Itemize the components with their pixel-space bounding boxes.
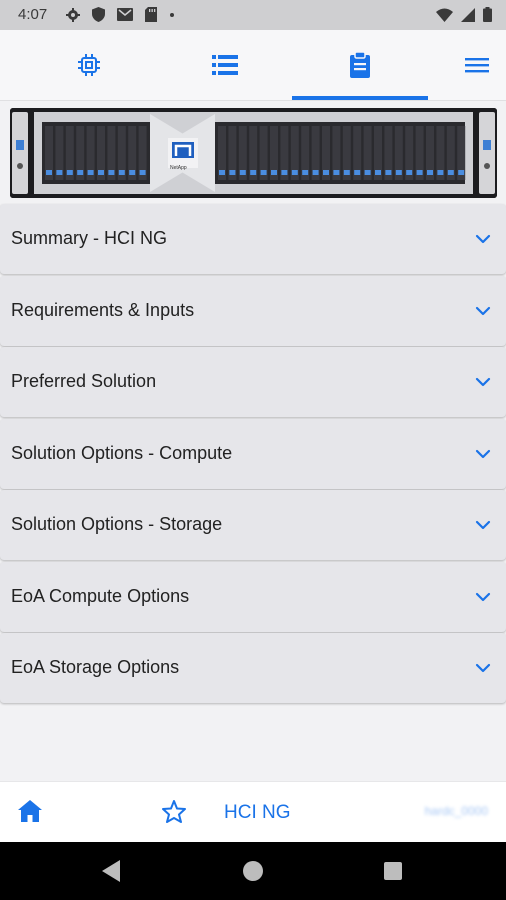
status-icons bbox=[66, 7, 175, 22]
list-icon bbox=[212, 55, 238, 75]
tab-hardware[interactable] bbox=[24, 30, 154, 100]
top-tab-bar bbox=[0, 30, 506, 101]
settings-icon bbox=[66, 7, 80, 22]
accordion-item[interactable]: EoA Compute Options bbox=[0, 561, 506, 632]
recents-icon[interactable] bbox=[384, 862, 402, 880]
chevron-down-icon[interactable] bbox=[474, 588, 492, 606]
accordion-item-label: Solution Options - Storage bbox=[11, 514, 223, 534]
menu-button[interactable] bbox=[462, 52, 492, 78]
status-time: 4:07 bbox=[18, 6, 48, 23]
signal-icon bbox=[461, 7, 475, 22]
shield-icon bbox=[92, 7, 105, 22]
home-icon bbox=[18, 800, 42, 822]
section-accordion: Summary - HCI NG Requirements & Inputs Pre… bbox=[0, 204, 506, 705]
home-circle-icon[interactable] bbox=[243, 861, 263, 881]
status-bar: 4:07 bbox=[0, 0, 506, 30]
wifi-icon bbox=[436, 8, 453, 22]
accordion-item[interactable]: Requirements & Inputs bbox=[0, 275, 506, 346]
chevron-down-icon[interactable] bbox=[474, 373, 492, 391]
gmail-icon bbox=[117, 8, 133, 21]
battery-icon bbox=[483, 7, 492, 22]
accordion-item[interactable]: Summary - HCI NG bbox=[0, 204, 506, 274]
dot-icon bbox=[170, 12, 174, 17]
star-icon bbox=[162, 800, 186, 823]
clipboard-icon bbox=[350, 52, 370, 78]
hamburger-menu-icon bbox=[465, 58, 489, 73]
chevron-down-icon[interactable] bbox=[474, 445, 492, 463]
server-banner-image: NetApp bbox=[10, 108, 497, 198]
accordion-item-label: EoA Compute Options bbox=[11, 585, 190, 606]
accordion-item-label: EoA Storage Options bbox=[11, 657, 180, 677]
system-nav-bar bbox=[0, 842, 506, 900]
home-button[interactable] bbox=[18, 800, 42, 827]
accordion-item-label: Preferred Solution bbox=[11, 371, 157, 391]
tab-summary[interactable] bbox=[292, 30, 428, 100]
tab-list[interactable] bbox=[160, 30, 290, 100]
status-right bbox=[436, 7, 492, 22]
favorite-button[interactable] bbox=[162, 800, 186, 828]
accordion-item-label: Summary - HCI NG bbox=[11, 228, 168, 248]
bottom-nav: HCI NG hardc_0000 bbox=[0, 781, 506, 843]
cpu-icon bbox=[78, 54, 100, 76]
tab-selected-indicator bbox=[292, 96, 428, 100]
chevron-down-icon[interactable] bbox=[474, 302, 492, 320]
accordion-item[interactable]: Solution Options - Storage bbox=[0, 490, 506, 560]
chevron-down-icon[interactable] bbox=[474, 516, 492, 534]
accordion-item[interactable]: Solution Options - Compute bbox=[0, 418, 506, 489]
user-name[interactable]: hardc_0000 bbox=[425, 804, 488, 818]
back-icon[interactable] bbox=[102, 860, 122, 882]
server-chassis-illustration bbox=[10, 108, 497, 198]
accordion-item[interactable]: Preferred Solution bbox=[0, 347, 506, 417]
chevron-down-icon[interactable] bbox=[474, 230, 492, 248]
current-config-title[interactable]: HCI NG bbox=[224, 802, 291, 824]
accordion-item-label: Solution Options - Compute bbox=[11, 442, 233, 463]
banner-logo-text: NetApp bbox=[170, 165, 187, 171]
chevron-down-icon[interactable] bbox=[474, 659, 492, 677]
accordion-item-label: Requirements & Inputs bbox=[11, 299, 195, 320]
accordion-item[interactable]: EoA Storage Options bbox=[0, 633, 506, 703]
sdcard-icon bbox=[145, 7, 157, 22]
